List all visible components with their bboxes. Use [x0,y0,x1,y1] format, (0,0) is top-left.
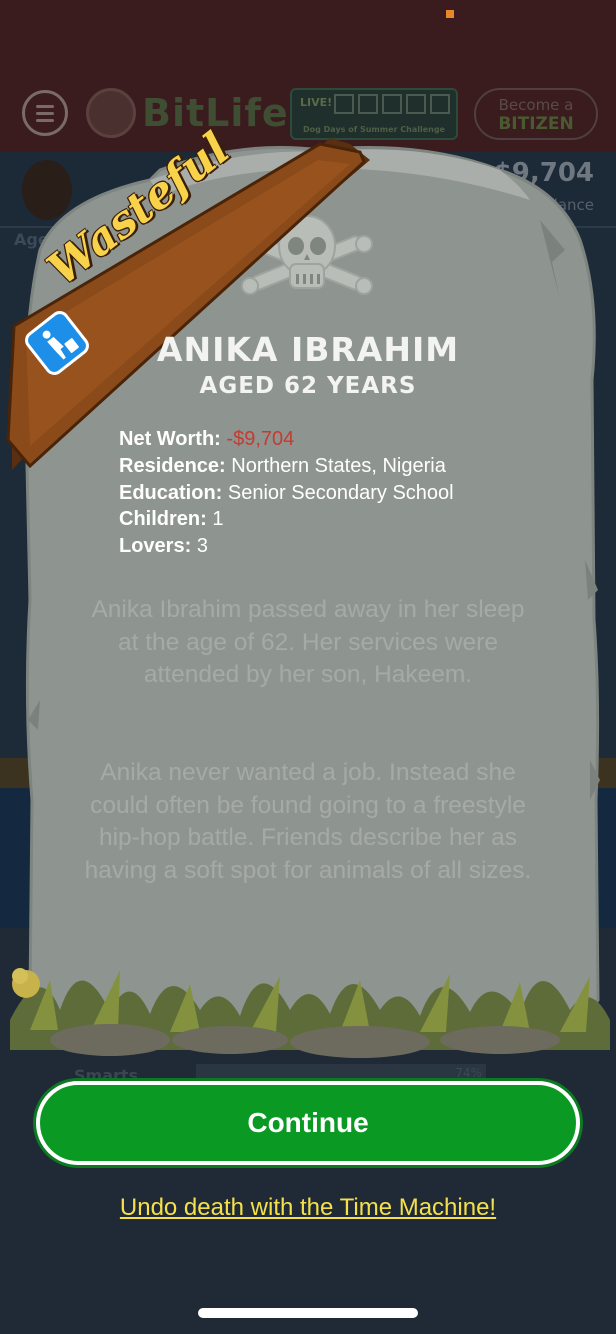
obituary-text: Anika Ibrahim passed away in her sleep a… [91,596,525,689]
children-label: Children: [119,508,207,531]
residence-value: Northern States, Nigeria [231,454,446,477]
residence-row: Residence: Northern States, Nigeria [119,453,454,480]
education-row: Education: Senior Secondary School [119,480,454,507]
bio-text: Anika never wanted a job. Instead she co… [84,759,532,884]
death-summary: Net Worth: -$9,704 Residence: Northern S… [119,426,454,560]
lovers-row: Lovers: 3 [119,533,454,560]
education-label: Education: [119,481,223,504]
net-worth-row: Net Worth: -$9,704 [119,426,454,453]
net-worth-label: Net Worth: [119,428,221,450]
education-value: Senior Secondary School [227,481,454,504]
children-row: Children: 1 [119,506,454,533]
deceased-name: ANIKA IBRAHIM [156,330,460,369]
continue-button[interactable]: Continue [36,1081,580,1165]
lovers-value: 3 [196,535,208,558]
residence-label: Residence: [119,454,226,477]
net-worth-value: -$9,704 [226,428,295,450]
lovers-label: Lovers: [119,535,192,558]
undo-death-link[interactable]: Undo death with the Time Machine! [0,1194,616,1222]
home-indicator[interactable] [198,1308,418,1318]
deceased-age: AGED 62 YEARS [199,373,417,399]
children-value: 1 [212,508,224,531]
grass-decoration [10,968,610,1058]
